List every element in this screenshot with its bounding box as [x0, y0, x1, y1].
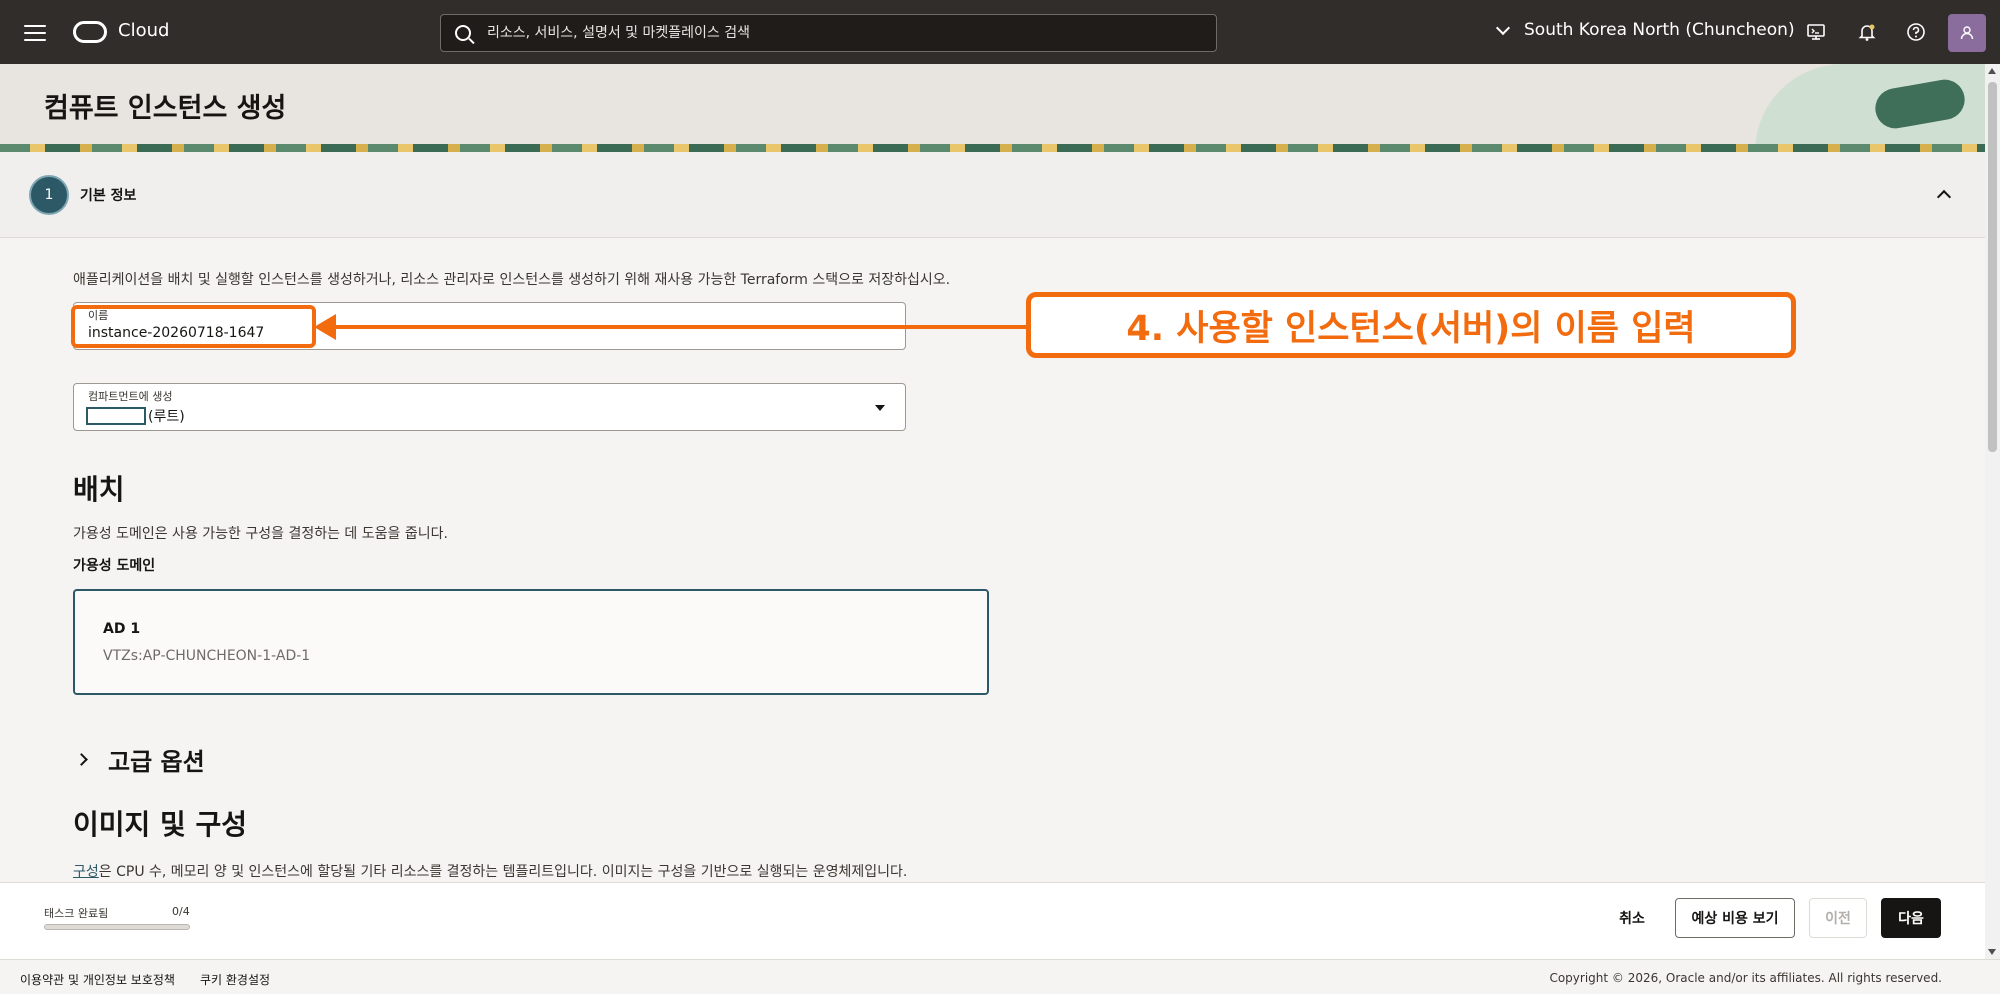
previous-button[interactable]: 이전 [1809, 898, 1867, 938]
chevron-down-icon [1495, 20, 1511, 35]
chevron-right-icon [75, 753, 88, 766]
next-button[interactable]: 다음 [1881, 898, 1941, 938]
ad-title: AD 1 [103, 621, 141, 637]
scrollbar-thumb[interactable] [1988, 82, 1997, 452]
compartment-label: 컴파트먼트에 생성 [88, 390, 173, 403]
estimate-cost-button[interactable]: 예상 비용 보기 [1675, 898, 1795, 938]
step-header [0, 152, 1985, 238]
terms-link[interactable]: 이용약관 및 개인정보 보호정책 [20, 971, 175, 988]
vertical-scrollbar[interactable] [1985, 64, 2000, 959]
ad-value: VTZs:AP-CHUNCHEON-1-AD-1 [103, 648, 311, 664]
page-header-banner [0, 64, 1985, 152]
copyright-text: Copyright © 2026, Oracle and/or its affi… [1549, 971, 1942, 985]
redacted-box [86, 407, 146, 425]
scroll-up-icon[interactable] [1988, 68, 1996, 74]
highlight-box [71, 305, 316, 348]
availability-domain-card[interactable]: AD 1 VTZs:AP-CHUNCHEON-1-AD-1 [73, 589, 989, 695]
caret-down-icon[interactable] [875, 405, 885, 411]
image-shape-description-text: 은 CPU 수, 메모리 양 및 인스턴스에 할당될 기타 리소스를 결정하는 … [98, 864, 908, 880]
intro-text: 애플리케이션을 배치 및 실행할 인스턴스를 생성하거나, 리소스 관리자로 인… [73, 272, 951, 288]
shape-link[interactable]: 구성 [73, 864, 99, 880]
advanced-options-toggle[interactable]: 고급 옵션 [73, 742, 205, 777]
task-count: 0/4 [172, 905, 190, 918]
image-shape-description: 구성은 CPU 수, 메모리 양 및 인스턴스에 할당될 기타 리소스를 결정하… [73, 861, 907, 881]
compartment-select[interactable]: 컴파트먼트에 생성 (루트) [73, 383, 906, 431]
scroll-down-icon[interactable] [1988, 949, 1996, 955]
placement-title: 배치 [73, 473, 125, 506]
compartment-value: (루트) [86, 406, 185, 426]
cookie-settings-link[interactable]: 쿠키 환경설정 [200, 971, 270, 988]
page-title: 컴퓨트 인스턴스 생성 [44, 93, 287, 124]
placement-description: 가용성 도메인은 사용 가능한 구성을 결정하는 데 도움을 줍니다. [73, 526, 448, 542]
compartment-value-text: (루트) [148, 409, 185, 425]
annotation-callout: 4. 사용할 인스턴스(서버)의 이름 입력 [1026, 292, 1796, 358]
search-icon [455, 25, 471, 41]
banner-pattern-strip [0, 144, 1985, 152]
task-completed-label: 태스크 완료됨 [44, 907, 109, 920]
region-label: South Korea North (Chuncheon) [1524, 20, 1795, 40]
region-selector[interactable]: South Korea North (Chuncheon) [1495, 20, 1795, 40]
bell-icon[interactable] [1855, 20, 1879, 44]
step-number-badge: 1 [29, 175, 69, 215]
annotation-arrow-line [320, 325, 1030, 329]
search-bar[interactable] [440, 14, 1217, 52]
brand-label[interactable]: Cloud [118, 20, 169, 41]
cancel-button[interactable]: 취소 [1604, 900, 1660, 936]
search-input[interactable] [487, 25, 1216, 41]
help-icon[interactable] [1904, 20, 1928, 44]
step-label: 기본 정보 [80, 188, 137, 204]
chevron-up-icon[interactable] [1935, 186, 1953, 204]
advanced-options-label: 고급 옵션 [108, 748, 205, 776]
arrow-left-icon [314, 314, 336, 340]
oracle-logo-icon[interactable] [73, 21, 107, 43]
cloud-shell-icon[interactable] [1804, 20, 1828, 44]
task-progress-bar [44, 924, 190, 930]
user-avatar[interactable] [1948, 14, 1986, 52]
user-icon [1960, 26, 1974, 40]
availability-domain-label: 가용성 도메인 [73, 558, 156, 574]
menu-icon[interactable] [24, 25, 46, 41]
image-shape-title: 이미지 및 구성 [73, 808, 248, 841]
